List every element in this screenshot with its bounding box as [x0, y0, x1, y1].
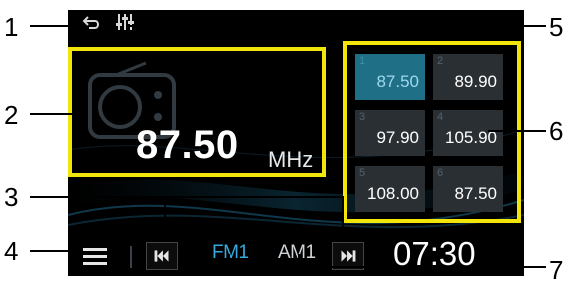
leader-line-6 — [488, 130, 546, 132]
preset-button-2[interactable]: 2 89.90 — [433, 54, 503, 100]
preset-number: 2 — [437, 55, 444, 67]
top-bar — [68, 10, 524, 34]
menu-icon[interactable] — [80, 243, 110, 269]
preset-number: 6 — [437, 167, 444, 179]
preset-frequency: 87.50 — [376, 72, 419, 91]
radio-screen: 87.50 MHz 1 87.50 2 89.90 3 97.90 4 105.… — [68, 10, 524, 276]
leader-line-7-am — [298, 254, 300, 268]
leader-line-3-prev — [164, 196, 166, 242]
frequency-display: 87.50 MHz — [68, 47, 326, 177]
preset-button-5[interactable]: 5 108.00 — [355, 166, 425, 212]
callout-6: 6 — [549, 116, 564, 146]
callout-1: 1 — [4, 12, 19, 42]
leader-line-2 — [30, 113, 78, 115]
current-frequency: 87.50 — [136, 123, 239, 167]
preset-button-3[interactable]: 3 97.90 — [355, 110, 425, 156]
preset-frequency: 89.90 — [454, 72, 497, 91]
leader-line-3-next — [342, 196, 344, 242]
leader-line-7 — [228, 266, 546, 268]
callout-2: 2 — [4, 100, 19, 130]
preset-frequency: 108.00 — [367, 184, 419, 203]
back-icon[interactable] — [82, 13, 102, 31]
bottom-bar: FM1 AM1 07:30 — [68, 234, 524, 276]
band-fm1-button[interactable]: FM1 — [212, 242, 249, 264]
preset-button-4[interactable]: 4 105.90 — [433, 110, 503, 156]
preset-panel: 1 87.50 2 89.90 3 97.90 4 105.90 5 108.0… — [343, 41, 521, 223]
leader-line-3 — [30, 196, 343, 198]
skip-previous-icon[interactable] — [146, 242, 178, 270]
preset-frequency: 87.50 — [454, 184, 497, 203]
preset-frequency: 97.90 — [376, 128, 419, 147]
preset-button-6[interactable]: 6 87.50 — [433, 166, 503, 212]
leader-line-1 — [30, 25, 80, 27]
leader-line-5 — [130, 25, 546, 27]
callout-4: 4 — [4, 236, 19, 266]
frequency-unit: MHz — [268, 147, 314, 172]
equalizer-icon[interactable] — [116, 13, 134, 31]
callout-3: 3 — [4, 182, 19, 212]
callout-5: 5 — [549, 12, 564, 42]
preset-number: 4 — [437, 111, 444, 123]
band-am1-button[interactable]: AM1 — [278, 242, 316, 264]
preset-button-1[interactable]: 1 87.50 — [355, 54, 425, 100]
divider — [130, 246, 132, 268]
preset-number: 3 — [359, 111, 366, 123]
preset-number: 1 — [359, 55, 366, 67]
leader-line-7-fm — [228, 254, 230, 268]
callout-7: 7 — [549, 255, 564, 285]
leader-line-4 — [30, 250, 80, 252]
preset-number: 5 — [359, 167, 366, 179]
